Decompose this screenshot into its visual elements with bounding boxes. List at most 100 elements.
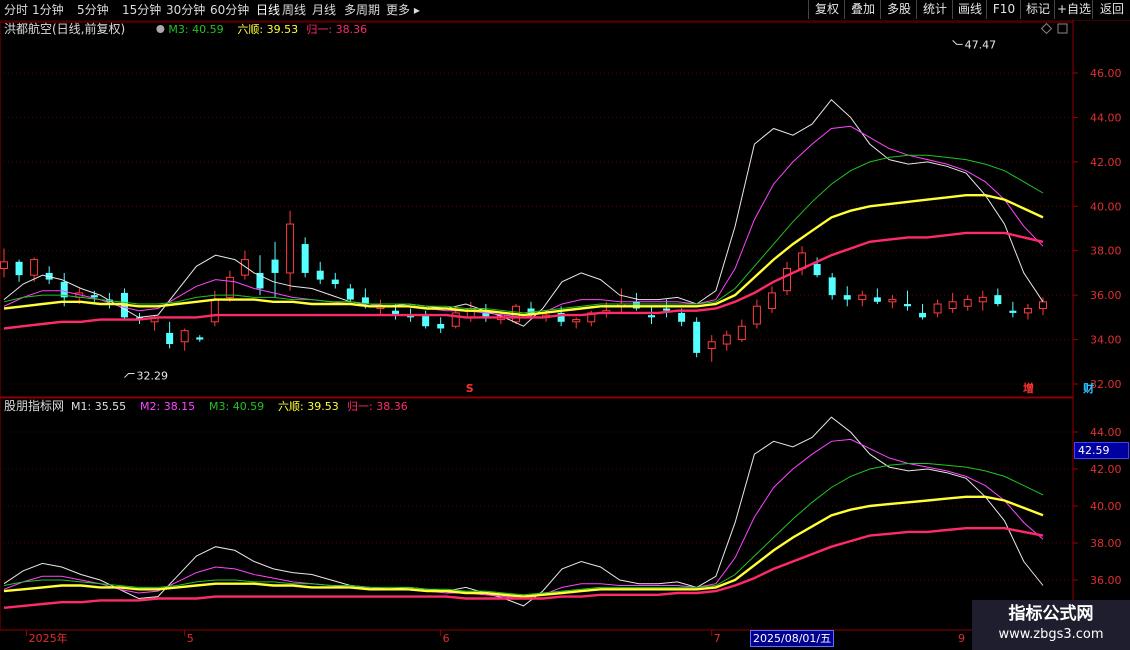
event-marker: 财	[1082, 381, 1094, 395]
period-tab-6[interactable]: 日线	[256, 0, 280, 20]
main-ytick-label: 42.00	[1090, 156, 1122, 169]
main-line-0	[3, 98, 1044, 327]
extreme-label: 32.29	[136, 370, 168, 383]
main-line-3	[3, 194, 1044, 317]
candle-body-up	[0, 261, 8, 269]
candle-body-up	[888, 299, 897, 303]
candle-body-down	[843, 295, 851, 300]
candle-body-down	[346, 288, 354, 300]
toolbar-action-6[interactable]: 标记	[1020, 0, 1055, 19]
main-ytick-label: 32.00	[1090, 378, 1122, 391]
sub-legend-item-1: M2: 38.15	[140, 400, 195, 413]
main-legend-title: 洪都航空(日线,前复权)	[4, 21, 125, 36]
candle-body-up	[767, 292, 776, 309]
sub-legend-item-2: M3: 40.59	[209, 400, 264, 413]
toolbar-action-0[interactable]: 复权	[808, 0, 845, 19]
candle-body-down	[422, 315, 430, 327]
candle-body-up	[933, 303, 942, 314]
period-tab-10[interactable]: 更多 ▸	[386, 0, 420, 20]
period-tab-8[interactable]: 月线	[312, 0, 336, 20]
candle-body-down	[301, 244, 309, 273]
main-ytick-label: 44.00	[1090, 111, 1122, 124]
xaxis-label-right: 9	[958, 632, 965, 645]
sub-ytick-label: 38.00	[1090, 537, 1122, 550]
period-tab-4[interactable]: 30分钟	[166, 0, 205, 20]
candle-body-up	[180, 330, 189, 343]
xaxis-label: 7	[714, 632, 721, 645]
xaxis-label: 2025年	[29, 631, 68, 645]
toolbar-action-2[interactable]: 多股	[880, 0, 917, 19]
candle-body-down	[331, 279, 339, 285]
candle-body-down	[678, 312, 686, 322]
candle-body-up	[783, 267, 792, 292]
diamond-icon	[1040, 22, 1053, 35]
period-tab-3[interactable]: 15分钟	[122, 0, 161, 20]
main-ytick-label: 34.00	[1090, 334, 1122, 347]
candle-body-down	[647, 315, 655, 318]
main-legend-item-1: 六顺: 39.53	[237, 23, 298, 36]
candle-body-down	[271, 259, 279, 273]
candle-body-down	[166, 332, 174, 345]
main-line-2	[3, 154, 1044, 314]
candle-body-down	[90, 295, 98, 298]
sub-ytick-label: 42.00	[1090, 463, 1122, 476]
main-frame	[0, 21, 1074, 398]
main-ytick-label: 38.00	[1090, 245, 1122, 258]
candle-body-up	[737, 325, 746, 341]
toolbar-action-8[interactable]: 返回	[1092, 0, 1130, 19]
extreme-pointer	[124, 373, 135, 378]
candle-body-down	[828, 277, 836, 296]
candle-body-down	[663, 308, 671, 311]
sub-line-1	[3, 438, 1044, 600]
sub-line-2	[3, 463, 1044, 596]
candle-body-up	[978, 296, 987, 303]
period-tab-0[interactable]: 分时	[4, 0, 28, 20]
candle-body-down	[903, 304, 911, 307]
candle-body-up	[240, 259, 249, 276]
candle-body-up	[1039, 301, 1047, 309]
candle-body-down	[196, 337, 204, 340]
candle-body-up	[1023, 307, 1032, 314]
toolbar-action-3[interactable]: 统计	[916, 0, 953, 19]
period-tab-1[interactable]: 1分钟	[32, 0, 64, 20]
main-ytick-label: 40.00	[1090, 200, 1122, 213]
period-tab-9[interactable]: 多周期	[344, 0, 380, 20]
candle-body-down	[813, 264, 821, 276]
square-icon	[1057, 23, 1068, 34]
event-marker: S	[466, 382, 474, 395]
main-legend-item-0: M3: 40.59	[168, 23, 223, 36]
sub-legend-item-0: M1: 35.55	[71, 400, 126, 413]
xaxis-label: 5	[187, 632, 194, 645]
period-tab-2[interactable]: 5分钟	[77, 0, 109, 20]
toolbar-action-5[interactable]: F10	[986, 0, 1021, 19]
candle-body-up	[948, 301, 957, 309]
main-ytick-label: 46.00	[1090, 67, 1122, 80]
candle-body-up	[752, 305, 761, 325]
candle-body-up	[225, 276, 234, 298]
candle-body-up	[286, 223, 295, 274]
main-line-1	[3, 125, 1044, 318]
sub-line-3	[3, 495, 1044, 598]
candle-body-down	[919, 312, 927, 318]
candle-body-up	[707, 341, 716, 349]
event-marker: 增	[1023, 381, 1034, 395]
legend-settings-icon	[156, 25, 165, 33]
candle-body-down	[15, 261, 23, 276]
period-tab-7[interactable]: 周线	[282, 0, 306, 20]
candle-body-down	[693, 321, 701, 353]
toolbar-action-4[interactable]: 画线	[952, 0, 987, 19]
extreme-pointer	[952, 39, 963, 45]
extreme-label: 47.47	[965, 38, 997, 51]
crosshair-price-label: 42.59	[1074, 442, 1129, 459]
candle-body-down	[437, 324, 445, 329]
candle-body-down	[873, 297, 881, 302]
sub-ytick-label: 40.00	[1090, 500, 1122, 513]
candle-body-up	[30, 259, 39, 276]
sub-line-0	[3, 416, 1044, 607]
sub-legend-item-4: 归一: 38.36	[347, 399, 408, 413]
toolbar-action-7[interactable]: +自选	[1054, 0, 1093, 19]
watermark-title: 指标公式网	[1008, 604, 1094, 624]
candle-body-down	[1009, 310, 1017, 313]
toolbar-action-1[interactable]: 叠加	[844, 0, 881, 19]
period-tab-5[interactable]: 60分钟	[210, 0, 249, 20]
